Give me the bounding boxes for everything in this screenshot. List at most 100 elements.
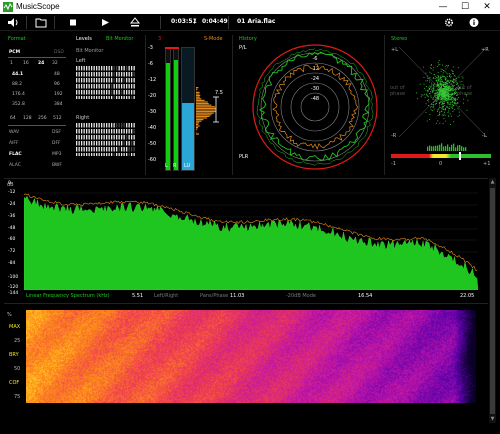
goniometer-point bbox=[423, 66, 424, 68]
bit-cell bbox=[118, 153, 120, 156]
goniometer-point bbox=[444, 71, 446, 73]
goniometer-point bbox=[437, 77, 439, 79]
sample-rate-option: 48 bbox=[54, 72, 60, 77]
bit-cell bbox=[88, 78, 90, 83]
scrollbar[interactable]: ▲ ▼ bbox=[489, 178, 496, 423]
goniometer-point bbox=[440, 90, 442, 91]
goniometer-point bbox=[437, 96, 439, 98]
goniometer-point bbox=[422, 94, 424, 96]
bit-cell bbox=[98, 153, 100, 156]
bit-cell bbox=[118, 90, 120, 95]
goniometer-point bbox=[458, 76, 460, 78]
time-separator: / bbox=[194, 18, 197, 25]
goniometer-point bbox=[445, 120, 447, 122]
dsd-rate-512: 512 bbox=[53, 116, 62, 121]
goniometer-point bbox=[430, 87, 432, 89]
bit-cell bbox=[123, 66, 125, 71]
goniometer-point bbox=[427, 91, 429, 93]
bit-cell bbox=[78, 147, 80, 152]
volume-icon[interactable] bbox=[6, 16, 20, 29]
goniometer-point bbox=[451, 69, 453, 71]
bit-cell bbox=[101, 72, 103, 77]
goniometer-point bbox=[433, 88, 435, 90]
info-icon[interactable] bbox=[467, 16, 481, 29]
bit-cell bbox=[113, 90, 115, 95]
spectrum-mode-20db[interactable]: -20dB Mode bbox=[286, 293, 316, 299]
format-title: Format bbox=[8, 36, 26, 42]
goniometer-point bbox=[453, 93, 455, 95]
bit-cell bbox=[111, 78, 113, 83]
goniometer-point bbox=[432, 98, 434, 100]
spectrum-y-tick: -120 bbox=[8, 285, 19, 290]
sample-rate-option: 176.4 bbox=[12, 92, 25, 97]
correlation-bar bbox=[447, 144, 449, 151]
meter-scale-tick: -30 bbox=[148, 109, 157, 115]
goniometer-point bbox=[444, 65, 446, 67]
goniometer-point bbox=[425, 72, 427, 74]
minimize-button[interactable]: — bbox=[432, 0, 454, 14]
goniometer-point bbox=[435, 92, 437, 94]
bit-cell bbox=[83, 129, 85, 134]
goniometer-point bbox=[430, 95, 432, 97]
maximize-button[interactable]: ☐ bbox=[454, 0, 476, 14]
goniometer-point bbox=[448, 65, 449, 66]
stereo-minus-r: -R bbox=[391, 133, 397, 139]
goniometer-point bbox=[447, 102, 449, 104]
scroll-down-arrow-icon[interactable]: ▼ bbox=[490, 416, 495, 422]
scroll-up-arrow-icon[interactable]: ▲ bbox=[490, 179, 495, 185]
bit-cell bbox=[78, 84, 80, 89]
goniometer-point bbox=[439, 80, 441, 82]
goniometer-point bbox=[444, 85, 446, 87]
spectrum-mode-leftright[interactable]: Left/Right bbox=[154, 293, 178, 299]
goniometer-point bbox=[434, 99, 436, 101]
bit-cell bbox=[93, 84, 95, 89]
bit-cell bbox=[76, 72, 78, 77]
eject-icon[interactable] bbox=[128, 16, 142, 29]
spectrum-mode-panphase[interactable]: Pans/Phase bbox=[200, 293, 228, 299]
scrollbar-thumb[interactable] bbox=[490, 188, 495, 414]
bit-cell bbox=[123, 123, 125, 128]
close-button[interactable]: ✕ bbox=[476, 0, 498, 14]
bit-cell bbox=[101, 141, 103, 146]
goniometer-point bbox=[455, 87, 456, 89]
goniometer-point bbox=[436, 111, 438, 112]
play-icon[interactable] bbox=[98, 16, 112, 29]
folder-icon[interactable] bbox=[34, 16, 48, 29]
goniometer-point bbox=[453, 121, 455, 123]
bit-cell bbox=[86, 153, 88, 156]
goniometer-point bbox=[426, 86, 427, 87]
spectrum-panel: dB 0 -12 -24 -36 -48 -60 -72 -84 -100 -120 -144 Li… bbox=[4, 178, 488, 302]
goniometer-point bbox=[451, 92, 453, 94]
spectrum-tick-5k: 5.51 bbox=[132, 293, 144, 299]
bit-cell bbox=[106, 135, 108, 140]
goniometer-point bbox=[440, 101, 442, 103]
bit-cell bbox=[83, 135, 85, 140]
bit-cell bbox=[128, 72, 130, 77]
goniometer-point bbox=[442, 84, 443, 86]
lu-histogram-bar bbox=[196, 88, 198, 90]
bit-cell bbox=[83, 147, 85, 152]
goniometer-point bbox=[423, 83, 425, 85]
goniometer-point bbox=[442, 103, 444, 105]
goniometer-point bbox=[428, 105, 429, 106]
goniometer-point bbox=[426, 94, 428, 96]
bit-cell bbox=[78, 123, 80, 128]
goniometer-point bbox=[452, 111, 454, 112]
container-format-option: AIFF bbox=[9, 141, 19, 146]
spectrogram-label-25: 25 bbox=[14, 338, 21, 344]
meter-scale-tick: -50 bbox=[148, 141, 157, 147]
history-outer-ring bbox=[252, 44, 378, 170]
goniometer-point bbox=[457, 103, 459, 104]
bit-cell bbox=[86, 135, 88, 140]
settings-gear-icon[interactable] bbox=[442, 16, 456, 29]
goniometer-point bbox=[438, 90, 440, 92]
bit-cell bbox=[86, 66, 88, 71]
goniometer-point bbox=[448, 107, 450, 109]
goniometer-point bbox=[452, 66, 454, 68]
goniometer-point bbox=[432, 90, 434, 91]
goniometer-point bbox=[466, 109, 468, 111]
stop-icon[interactable] bbox=[66, 16, 80, 29]
goniometer-point bbox=[438, 97, 440, 99]
goniometer-point bbox=[428, 87, 430, 89]
goniometer-point bbox=[440, 75, 442, 77]
